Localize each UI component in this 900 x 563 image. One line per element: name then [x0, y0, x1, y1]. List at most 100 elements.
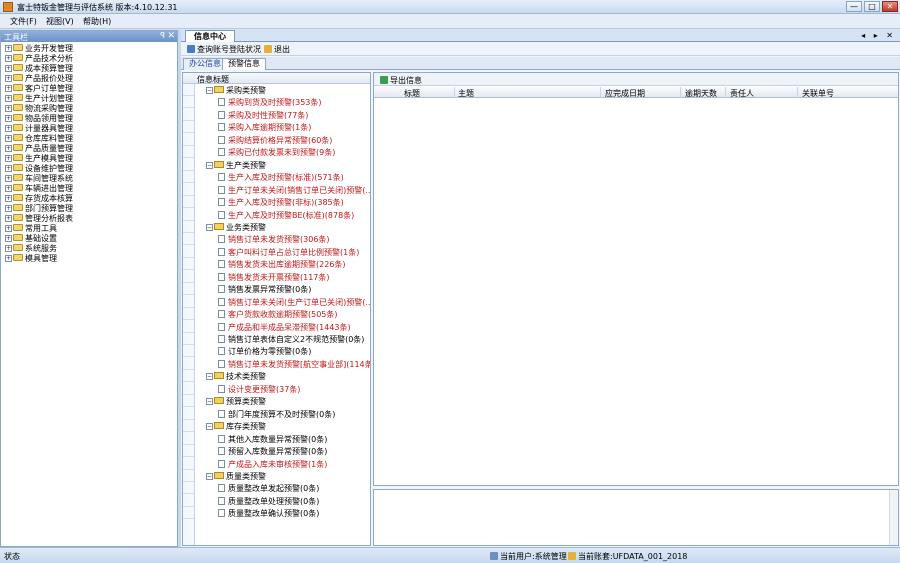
- tab-info-center[interactable]: 信息中心: [185, 30, 235, 42]
- row-selector[interactable]: [183, 96, 194, 109]
- module-tree-item[interactable]: + 产品报价处理: [5, 74, 73, 84]
- warning-item[interactable]: 采购已付款发票未到预警(9条): [196, 147, 370, 159]
- row-selector[interactable]: [183, 370, 194, 383]
- module-tree-item[interactable]: + 产品质量管理: [5, 144, 73, 154]
- warning-item[interactable]: 质量整改单发起预警(0条): [196, 483, 370, 495]
- module-tree-item[interactable]: + 基础设置: [5, 234, 57, 244]
- row-selector[interactable]: [183, 433, 194, 445]
- row-selector[interactable]: [183, 184, 194, 196]
- module-tree-item[interactable]: + 仓库库料管理: [5, 134, 73, 144]
- expand-icon[interactable]: +: [5, 185, 12, 192]
- warning-item[interactable]: 其他入库数量异常预警(0条): [196, 434, 370, 446]
- warning-category[interactable]: − 预算类预警: [196, 396, 370, 408]
- row-selector[interactable]: [183, 482, 194, 495]
- module-tree-item[interactable]: + 系统服务: [5, 244, 57, 254]
- warning-item[interactable]: 产成品入库未审核预警(1条): [196, 459, 370, 471]
- collapse-icon[interactable]: −: [206, 373, 213, 381]
- collapse-icon[interactable]: −: [206, 161, 213, 169]
- warning-item[interactable]: 客户叫料订单占总订单比例预警(1条): [196, 247, 370, 259]
- expand-icon[interactable]: +: [5, 175, 12, 182]
- expand-icon[interactable]: +: [5, 125, 12, 132]
- expand-icon[interactable]: +: [5, 195, 12, 202]
- warning-item[interactable]: 质量整改单处理预警(0条): [196, 496, 370, 508]
- warning-item[interactable]: 销售订单未关闭(生产订单已关闭)预警(...: [196, 297, 370, 309]
- row-selector[interactable]: [183, 109, 194, 121]
- module-tree-item[interactable]: + 物品领用管理: [5, 114, 73, 124]
- expand-icon[interactable]: +: [5, 115, 12, 122]
- pin-icon[interactable]: ꟼ: [160, 31, 165, 40]
- collapse-icon[interactable]: −: [206, 423, 213, 431]
- module-tree-item[interactable]: + 常用工具: [5, 224, 57, 234]
- menu-help[interactable]: 帮助(H): [83, 16, 111, 27]
- warning-category[interactable]: − 库存类预警: [196, 421, 370, 433]
- module-tree-item[interactable]: + 部门预算管理: [5, 204, 73, 214]
- collapse-icon[interactable]: −: [206, 398, 213, 406]
- row-selector[interactable]: [183, 420, 194, 433]
- collapse-icon[interactable]: −: [206, 472, 213, 480]
- row-selector[interactable]: [183, 121, 194, 134]
- col-owner[interactable]: 责任人: [730, 88, 754, 99]
- warning-item[interactable]: 客户货款收款逾期预警(505条): [196, 309, 370, 321]
- row-selector[interactable]: [183, 470, 194, 482]
- warning-item[interactable]: 产成品和半成品呆滞预警(1443条): [196, 322, 370, 334]
- expand-icon[interactable]: +: [5, 235, 12, 242]
- module-tree-item[interactable]: + 管理分析报表: [5, 214, 73, 224]
- expand-icon[interactable]: +: [5, 95, 12, 102]
- row-selector[interactable]: [183, 321, 194, 333]
- vertical-scrollbar[interactable]: [889, 490, 898, 545]
- col-due-date[interactable]: 应完成日期: [605, 88, 645, 99]
- warning-category[interactable]: − 质量类预警: [196, 471, 370, 483]
- query-login-button[interactable]: 查询账号登陆状况: [187, 44, 261, 55]
- panel-close-icon[interactable]: ✕: [167, 31, 175, 41]
- expand-icon[interactable]: +: [5, 135, 12, 142]
- tab-warning-info[interactable]: 预警信息: [222, 58, 266, 70]
- close-button[interactable]: ✕: [882, 1, 898, 12]
- warning-item[interactable]: 销售发货未出库逾期预警(226条): [196, 259, 370, 271]
- row-selector[interactable]: [183, 134, 194, 146]
- expand-icon[interactable]: +: [5, 105, 12, 112]
- row-selector[interactable]: [183, 358, 194, 370]
- row-selector[interactable]: [183, 395, 194, 408]
- row-selector[interactable]: [183, 246, 194, 258]
- warning-item[interactable]: 设计变更预警(37条): [196, 384, 370, 396]
- module-tree-item[interactable]: + 成本预算管理: [5, 64, 73, 74]
- warning-item[interactable]: 订单价格为零预警(0条): [196, 346, 370, 358]
- maximize-button[interactable]: □: [864, 1, 880, 12]
- expand-icon[interactable]: +: [5, 85, 12, 92]
- row-selector[interactable]: [183, 383, 194, 395]
- module-tree-item[interactable]: + 存货成本核算: [5, 194, 73, 204]
- warning-item[interactable]: 销售订单未发货预警[航空事业部](114条): [196, 359, 370, 371]
- module-tree-item[interactable]: + 计量器具管理: [5, 124, 73, 134]
- col-title[interactable]: 标题: [404, 88, 420, 99]
- row-selector[interactable]: [183, 308, 194, 321]
- warning-item[interactable]: 采购入库逾期预警(1条): [196, 122, 370, 134]
- warning-item[interactable]: 生产入库及时预警(非标)(385条): [196, 197, 370, 209]
- row-selector[interactable]: [183, 507, 194, 520]
- module-tree-item[interactable]: + 客户订单管理: [5, 84, 73, 94]
- row-selector[interactable]: [183, 333, 194, 345]
- warning-item[interactable]: 部门年度预算不及时预警(0条): [196, 409, 370, 421]
- row-selector[interactable]: [183, 445, 194, 458]
- menu-file[interactable]: 文件(F): [10, 16, 37, 27]
- row-selector[interactable]: [183, 196, 194, 209]
- expand-icon[interactable]: +: [5, 55, 12, 62]
- row-selector[interactable]: [183, 146, 194, 159]
- expand-icon[interactable]: +: [5, 155, 12, 162]
- warning-item[interactable]: 销售订单表体自定义2不规范预警(0条): [196, 334, 370, 346]
- warning-category[interactable]: − 采购类预警: [196, 85, 370, 97]
- warning-item[interactable]: 生产入库及时预警(标准)(571条): [196, 172, 370, 184]
- expand-icon[interactable]: +: [5, 75, 12, 82]
- warning-item[interactable]: 生产入库及时预警BE(标准)(878条): [196, 210, 370, 222]
- row-selector[interactable]: [183, 221, 194, 233]
- row-selector[interactable]: [183, 283, 194, 296]
- module-tree-item[interactable]: + 模具管理: [5, 254, 57, 264]
- expand-icon[interactable]: +: [5, 225, 12, 232]
- module-tree-item[interactable]: + 车间管理系统: [5, 174, 73, 184]
- module-tree-item[interactable]: + 物流采购管理: [5, 104, 73, 114]
- module-tree-item[interactable]: + 车辆进出管理: [5, 184, 73, 194]
- expand-icon[interactable]: +: [5, 145, 12, 152]
- warning-item[interactable]: 销售发票异常预警(0条): [196, 284, 370, 296]
- warning-item[interactable]: 采购到货及时预警(353条): [196, 97, 370, 109]
- expand-icon[interactable]: +: [5, 215, 12, 222]
- warning-item[interactable]: 预留入库数量异常预警(0条): [196, 446, 370, 458]
